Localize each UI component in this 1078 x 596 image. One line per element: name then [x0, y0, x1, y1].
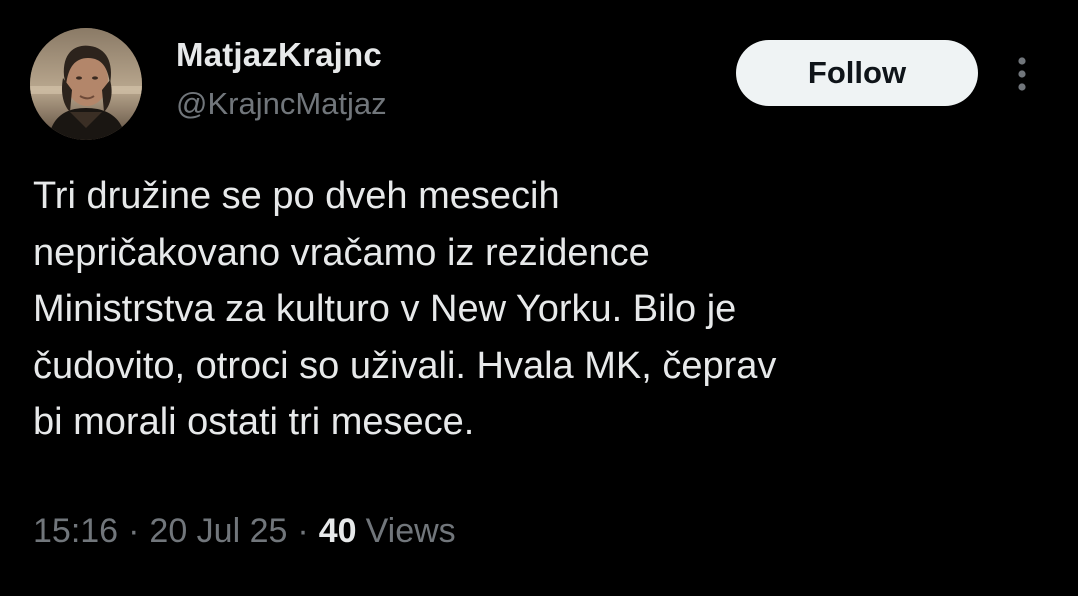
tweet-text: Tri družine se po dveh mesecih nepričako…	[33, 175, 777, 443]
more-vertical-icon[interactable]	[1010, 54, 1034, 94]
views-count[interactable]: 40	[319, 512, 357, 551]
views-label[interactable]: Views	[366, 512, 456, 551]
avatar-photo-icon	[30, 28, 142, 140]
follow-button[interactable]: Follow	[736, 40, 978, 106]
meta-separator: ·	[297, 512, 309, 550]
author-display-name[interactable]: MatjazKrajnc	[176, 36, 382, 74]
meta-separator: ·	[128, 512, 140, 550]
author-handle[interactable]: @KrajncMatjaz	[176, 86, 387, 122]
tweet-card: MatjazKrajnc @KrajncMatjaz Follow Tri dr…	[0, 0, 1078, 596]
author-avatar[interactable]	[30, 28, 142, 140]
tweet-time[interactable]: 15:16	[33, 512, 118, 551]
more-dots-icon	[1018, 57, 1026, 91]
tweet-date[interactable]: 20 Jul 25	[149, 512, 287, 551]
tweet-meta: 15:16 · 20 Jul 25 · 40 Views	[33, 512, 456, 551]
